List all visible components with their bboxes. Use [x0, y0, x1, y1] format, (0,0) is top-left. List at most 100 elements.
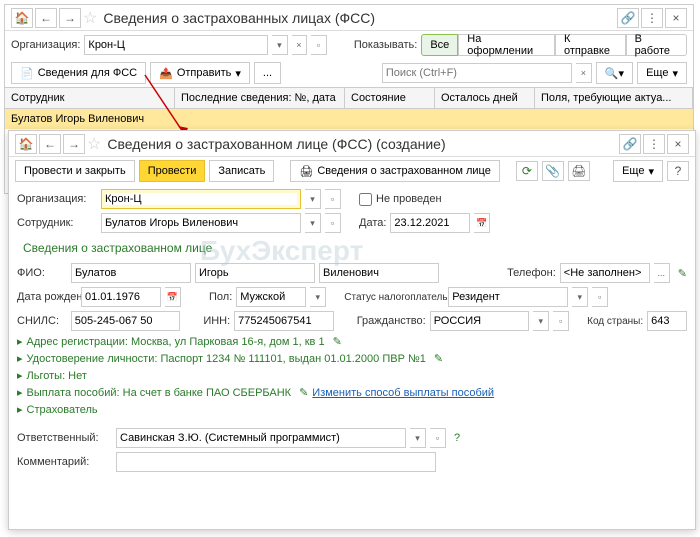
dropdown-icon[interactable]: ▾	[305, 213, 321, 233]
insurer-link[interactable]: Страхователь	[27, 404, 98, 416]
table-row[interactable]: Булатов Игорь Виленович	[5, 109, 693, 129]
more-button[interactable]: Еще ▾	[613, 160, 663, 182]
menu-icon[interactable]: ⋮	[643, 134, 665, 154]
fio-label: ФИО:	[17, 267, 67, 279]
filter-draft[interactable]: На оформлении	[458, 34, 555, 56]
emp-field[interactable]	[101, 213, 301, 233]
home-icon[interactable]: 🏠	[11, 8, 33, 28]
info-button[interactable]: 🖨 Сведения о застрахованном лице	[290, 160, 499, 182]
more-dots-button[interactable]: ...	[254, 62, 281, 84]
cit-label: Гражданство:	[357, 315, 426, 327]
filter-all[interactable]: Все	[421, 34, 458, 56]
info-button[interactable]: 📄 Сведения для ФСС	[11, 62, 146, 84]
close-icon[interactable]: ×	[667, 134, 689, 154]
forward-icon[interactable]: →	[63, 134, 85, 154]
birth-label: Дата рождения:	[17, 291, 77, 303]
snils-label: СНИЛС:	[17, 315, 67, 327]
birth-field[interactable]	[81, 287, 161, 307]
open-icon[interactable]: ▫	[592, 287, 608, 307]
dropdown-icon[interactable]: ▾	[572, 287, 588, 307]
dropdown-icon[interactable]: ▾	[410, 428, 426, 448]
comment-field[interactable]	[116, 452, 436, 472]
inn-field[interactable]	[234, 311, 334, 331]
resp-field[interactable]	[116, 428, 406, 448]
help-icon[interactable]: ?	[454, 432, 460, 444]
search-button[interactable]: 🔍▾	[596, 62, 633, 84]
clear-icon[interactable]: ×	[292, 35, 307, 55]
calendar-icon[interactable]: 📅	[165, 287, 181, 307]
emp-label: Сотрудник:	[17, 217, 97, 229]
open-icon[interactable]: ▫	[325, 213, 341, 233]
post-close-button[interactable]: Провести и закрыть	[15, 160, 135, 182]
col-days[interactable]: Осталось дней	[435, 88, 535, 108]
col-fields[interactable]: Поля, требующие актуа...	[535, 88, 693, 108]
print-icon[interactable]: 🖨	[568, 161, 590, 181]
date-label: Дата:	[359, 217, 386, 229]
firstname-field[interactable]	[195, 263, 315, 283]
date-field[interactable]	[390, 213, 470, 233]
pencil-icon[interactable]: ✎	[434, 352, 443, 365]
filter-work[interactable]: В работе	[626, 34, 687, 56]
open-icon[interactable]: ▫	[311, 35, 326, 55]
search-input[interactable]	[382, 63, 572, 83]
phone-field[interactable]	[560, 263, 650, 283]
calendar-icon[interactable]: 📅	[474, 213, 490, 233]
close-icon[interactable]: ×	[665, 8, 687, 28]
back-icon[interactable]: ←	[35, 8, 57, 28]
attach-icon[interactable]: 📎	[542, 161, 564, 181]
not-posted-checkbox[interactable]	[359, 193, 372, 206]
org-label: Организация:	[11, 39, 80, 51]
snils-field[interactable]	[71, 311, 181, 331]
show-label: Показывать:	[354, 39, 417, 51]
dropdown-icon[interactable]: ▾	[533, 311, 549, 331]
clear-search-icon[interactable]: ×	[576, 63, 592, 83]
home-icon[interactable]: 🏠	[15, 134, 37, 154]
filter-send[interactable]: К отправке	[555, 34, 626, 56]
open-icon[interactable]: ▫	[553, 311, 569, 331]
back-icon[interactable]: ←	[39, 134, 61, 154]
menu-icon[interactable]: ⋮	[641, 8, 663, 28]
star-icon[interactable]: ☆	[83, 8, 97, 28]
address-link[interactable]: Адрес регистрации: Москва, ул Парковая 1…	[27, 336, 325, 348]
pencil-icon[interactable]: ✎	[678, 267, 687, 280]
refresh-icon[interactable]: ⟳	[516, 161, 538, 181]
window-title: Сведения о застрахованных лицах (ФСС)	[103, 10, 615, 26]
code-field[interactable]	[647, 311, 687, 331]
cit-field[interactable]	[430, 311, 530, 331]
link-icon[interactable]: 🔗	[617, 8, 639, 28]
lastname-field[interactable]	[71, 263, 191, 283]
phone-more-icon[interactable]: ...	[654, 263, 670, 283]
pencil-icon[interactable]: ✎	[299, 386, 308, 399]
link-icon[interactable]: 🔗	[619, 134, 641, 154]
org-field[interactable]	[101, 189, 301, 209]
dropdown-icon[interactable]: ▾	[305, 189, 321, 209]
dropdown-icon[interactable]: ▾	[272, 35, 287, 55]
not-posted-label: Не проведен	[376, 193, 442, 205]
tax-label: Статус налогоплательщика:	[344, 292, 444, 303]
open-icon[interactable]: ▫	[430, 428, 446, 448]
sex-field[interactable]	[236, 287, 306, 307]
forward-icon[interactable]: →	[59, 8, 81, 28]
post-button[interactable]: Провести	[139, 160, 206, 182]
open-icon[interactable]: ▫	[325, 189, 341, 209]
col-last[interactable]: Последние сведения: №, дата	[175, 88, 345, 108]
more-button[interactable]: Еще ▾	[637, 62, 687, 84]
col-employee[interactable]: Сотрудник	[5, 88, 175, 108]
star-icon[interactable]: ☆	[87, 134, 101, 154]
send-button[interactable]: 📤 Отправить ▾	[150, 62, 250, 84]
org-field[interactable]	[84, 35, 268, 55]
tax-field[interactable]	[448, 287, 568, 307]
help-icon[interactable]: ?	[667, 161, 689, 181]
change-pay-link[interactable]: Изменить способ выплаты пособий	[312, 387, 494, 399]
dropdown-icon[interactable]: ▾	[310, 287, 326, 307]
resp-label: Ответственный:	[17, 432, 112, 444]
benefits-link[interactable]: Льготы: Нет	[27, 370, 87, 382]
save-button[interactable]: Записать	[209, 160, 274, 182]
doc-link[interactable]: Удостоверение личности: Паспорт 1234 № 1…	[27, 353, 426, 365]
col-state[interactable]: Состояние	[345, 88, 435, 108]
midname-field[interactable]	[319, 263, 439, 283]
pencil-icon[interactable]: ✎	[333, 335, 342, 348]
org-label: Организация:	[17, 193, 97, 205]
section-title: Сведения о застрахованном лице	[17, 235, 687, 261]
pay-link[interactable]: Выплата пособий: На счет в банке ПАО СБЕ…	[27, 387, 292, 399]
